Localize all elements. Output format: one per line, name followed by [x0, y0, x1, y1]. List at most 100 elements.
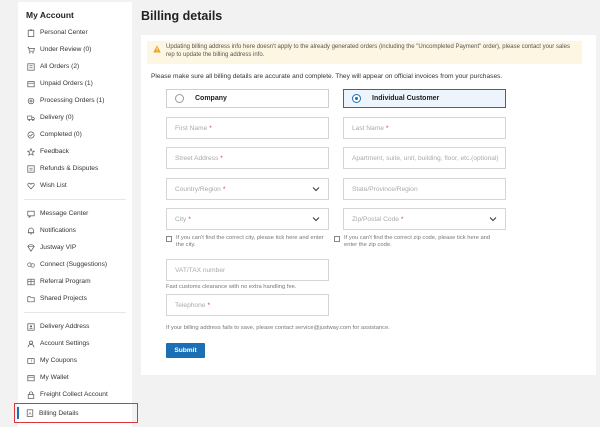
type-individual-option[interactable]: Individual Customer	[343, 89, 506, 108]
sidebar-item-label: Feedback	[40, 148, 69, 155]
sidebar-item-message-center[interactable]: Message Center	[18, 205, 132, 222]
heart-icon	[27, 182, 35, 190]
city-manual-hint: If you can't find the correct city, plea…	[176, 235, 324, 248]
billing-note: Please make sure all billing details are…	[151, 73, 503, 80]
sidebar-item-referral-program[interactable]: Referral Program	[18, 273, 132, 290]
type-company-label: Company	[195, 95, 227, 102]
radio-unchecked[interactable]	[175, 94, 184, 103]
sidebar-item-all-orders-2[interactable]: All Orders (2)	[18, 58, 132, 75]
zip-select[interactable]: Zip/Postal Code *	[343, 208, 506, 230]
sidebar-item-label: Unpaid Orders (1)	[40, 80, 93, 87]
sidebar-item-unpaid-orders-1[interactable]: Unpaid Orders (1)	[18, 75, 132, 92]
city-select[interactable]: City *	[166, 208, 329, 230]
save-failure-hint: If your billing address fails to save, p…	[166, 325, 390, 331]
lock-icon	[27, 390, 35, 399]
vat-placeholder: VAT/TAX number	[175, 266, 226, 274]
sidebar-item-label: Personal Center	[40, 29, 88, 36]
address-icon	[27, 322, 35, 331]
required-mark: *	[385, 124, 389, 132]
sidebar-item-label: Delivery Address	[40, 323, 90, 330]
country-placeholder: Country/Region	[175, 185, 221, 193]
main-content: Billing details Updating billing address…	[141, 2, 596, 377]
type-company-option[interactable]: Company	[166, 89, 329, 108]
required-mark: *	[400, 215, 404, 223]
sidebar-item-label: Processing Orders (1)	[40, 97, 105, 104]
sidebar-item-connect-suggestions[interactable]: Connect (Suggestions)	[18, 256, 132, 273]
sidebar-item-delivery-address[interactable]: Delivery Address	[18, 318, 132, 335]
sidebar-item-notifications[interactable]: Notifications	[18, 222, 132, 239]
clipboard-icon	[27, 28, 35, 37]
sidebar-item-label: Account Settings	[40, 340, 90, 347]
sidebar-item-label: Message Center	[40, 210, 89, 217]
street-address-field[interactable]: Street Address *	[166, 147, 329, 169]
sidebar-item-refunds-disputes[interactable]: Refunds & Disputes	[18, 160, 132, 177]
sidebar-item-label: Connect (Suggestions)	[40, 261, 108, 268]
required-mark: *	[209, 124, 212, 132]
state-placeholder: State/Province/Region	[352, 185, 418, 193]
country-select[interactable]: Country/Region *	[166, 178, 329, 200]
city-manual-checkbox[interactable]	[166, 236, 172, 242]
check-circle-icon	[27, 131, 35, 139]
warning-text: Updating billing address info here doesn…	[166, 44, 570, 58]
first-name-field[interactable]: First Name *	[166, 117, 329, 139]
submit-button[interactable]: Submit	[166, 343, 205, 358]
sidebar-item-billing-details[interactable]: A Billing Details	[14, 403, 138, 423]
sidebar-item-processing-orders-1[interactable]: Processing Orders (1)	[18, 92, 132, 109]
folder-icon	[27, 295, 35, 303]
sidebar-divider	[24, 312, 126, 313]
sidebar-item-under-review-0[interactable]: Under Review (0)	[18, 41, 132, 58]
billing-icon: A	[26, 409, 34, 417]
sidebar-item-shared-projects[interactable]: Shared Projects	[18, 290, 132, 307]
zip-manual-checkbox[interactable]	[334, 236, 340, 242]
billing-form-card: Updating billing address info here doesn…	[141, 35, 596, 375]
warning-icon	[153, 45, 161, 53]
truck-icon	[27, 114, 35, 122]
apartment-field[interactable]: Apartment, suite, unit, building, floor,…	[343, 147, 506, 169]
sidebar-item-my-coupons[interactable]: My Coupons	[18, 352, 132, 369]
wallet-icon	[27, 80, 35, 88]
sidebar-item-completed-0[interactable]: Completed (0)	[18, 126, 132, 143]
sidebar-item-delivery-0[interactable]: Delivery (0)	[18, 109, 132, 126]
user-icon	[27, 340, 35, 348]
sidebar-item-wish-list[interactable]: Wish List	[18, 177, 132, 194]
vip-icon	[27, 243, 35, 252]
sidebar-item-my-wallet[interactable]: My Wallet	[18, 369, 132, 386]
gear-icon	[27, 97, 35, 105]
street-placeholder: Street Address	[175, 154, 219, 162]
last-name-placeholder: Last Name	[352, 124, 384, 132]
sidebar-item-label: My Wallet	[40, 374, 69, 381]
telephone-field[interactable]: Telephone *	[166, 294, 329, 316]
page-title: Billing details	[141, 9, 223, 23]
telephone-placeholder: Telephone	[175, 301, 206, 309]
sidebar-title: My Account	[26, 10, 74, 20]
sidebar-item-feedback[interactable]: Feedback	[18, 143, 132, 160]
star-icon	[27, 147, 35, 156]
coupon-icon	[27, 357, 35, 365]
required-mark: *	[220, 154, 223, 162]
vat-hint: Fast customs clearance with no extra han…	[166, 284, 297, 290]
sidebar-item-account-settings[interactable]: Account Settings	[18, 335, 132, 352]
sidebar-item-personal-center[interactable]: Personal Center	[18, 24, 132, 41]
wallet-icon	[27, 374, 35, 382]
type-individual-label: Individual Customer	[372, 95, 440, 102]
state-field[interactable]: State/Province/Region	[343, 178, 506, 200]
sidebar-item-label: My Coupons	[40, 357, 78, 364]
bell-icon	[27, 227, 35, 235]
sidebar-item-label: Justway VIP	[40, 244, 77, 251]
vat-field[interactable]: VAT/TAX number	[166, 259, 329, 281]
sidebar-item-label: Shared Projects	[40, 295, 87, 302]
sidebar-item-label: Referral Program	[40, 278, 91, 285]
sidebar-group-orders: Personal Center Under Review (0) All Order…	[18, 24, 132, 194]
sidebar-item-label: Freight Collect Account	[40, 391, 108, 398]
zip-placeholder: Zip/Postal Code	[352, 215, 399, 223]
sidebar-item-label: Delivery (0)	[40, 114, 74, 121]
sidebar: My Account Personal Center Under Review (…	[14, 2, 138, 427]
last-name-field[interactable]: Last Name *	[343, 117, 506, 139]
sidebar-item-freight-collect-account[interactable]: Freight Collect Account	[18, 386, 132, 403]
first-name-placeholder: First Name	[175, 124, 208, 132]
city-placeholder: City	[175, 215, 187, 223]
sidebar-item-label: Refunds & Disputes	[40, 165, 99, 172]
sidebar-item-justway-vip[interactable]: Justway VIP	[18, 239, 132, 256]
chevron-down-icon	[312, 186, 320, 192]
radio-checked[interactable]	[352, 94, 361, 103]
